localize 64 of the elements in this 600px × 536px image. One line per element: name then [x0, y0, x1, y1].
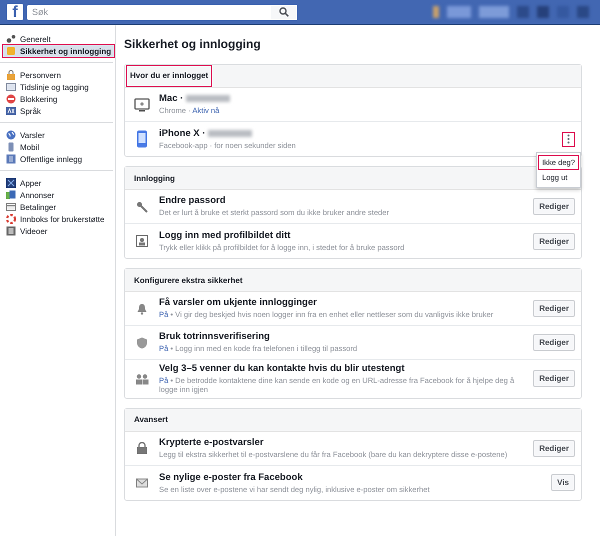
- section-heading: Avansert: [133, 414, 169, 426]
- sidebar-item[interactable]: Språk: [3, 105, 111, 117]
- timeline-icon: [6, 82, 16, 92]
- feed-icon: [6, 154, 16, 164]
- more-button[interactable]: [562, 132, 575, 146]
- blurred-text: [208, 130, 252, 137]
- edit-button[interactable]: Rediger: [533, 232, 575, 250]
- setting-title: Få varsler om ukjente innlogginger: [159, 297, 317, 308]
- blurred-text: [186, 95, 230, 102]
- apps-icon: [6, 178, 16, 188]
- sidebar-item[interactable]: Tidslinje og tagging: [3, 81, 111, 93]
- key-icon: [136, 200, 148, 212]
- block-icon: [6, 94, 16, 104]
- section-heading: Konfigurere ekstra sikkerhet: [133, 274, 244, 287]
- padlock-icon: [6, 70, 16, 80]
- device-name: iPhone X ·: [159, 128, 206, 139]
- film-icon: [6, 226, 16, 236]
- friends-icon: [135, 372, 149, 385]
- smartphone-icon: [136, 130, 148, 148]
- search-field[interactable]: Søk: [27, 4, 271, 20]
- setting-title: Krypterte e-postvarsler: [159, 437, 264, 448]
- lifebuoy-icon: [6, 214, 16, 224]
- sidebar-item[interactable]: Offentlige innlegg: [3, 153, 111, 165]
- sidebar-item[interactable]: Personvern: [3, 69, 111, 81]
- sidebar-item[interactable]: Mobil: [3, 141, 111, 153]
- edit-button[interactable]: Rediger: [533, 300, 575, 317]
- sidebar-item[interactable]: Blokkering: [3, 93, 111, 105]
- phone-icon: [6, 142, 16, 152]
- shield-icon: [136, 336, 148, 348]
- section-heading: Hvor du er innlogget: [127, 66, 212, 86]
- envelope-icon: [136, 476, 148, 489]
- edit-button[interactable]: Rediger: [533, 198, 575, 215]
- ads-icon: [6, 190, 16, 200]
- card-icon: [6, 202, 16, 212]
- monitor-icon: [134, 98, 150, 112]
- sidebar-item[interactable]: Sikkerhet og innlogging: [3, 45, 114, 57]
- edit-button[interactable]: Rediger: [533, 370, 575, 388]
- sidebar-item[interactable]: Videoer: [3, 225, 111, 237]
- sidebar-item[interactable]: Varsler: [3, 129, 111, 141]
- setting-title: Logg inn med profilbildet ditt: [159, 230, 290, 241]
- logo[interactable]: f: [7, 4, 23, 20]
- page-title: Sikkerhet og innlogging: [124, 37, 262, 51]
- edit-button[interactable]: Rediger: [533, 440, 575, 457]
- setting-title: Velg 3–5 venner du kan kontakte hvis du blir utestengt: [159, 363, 404, 374]
- device-name: Mac ·: [159, 93, 184, 104]
- section-heading: Innlogging: [133, 172, 176, 185]
- setting-title: Endre passord: [159, 195, 226, 206]
- setting-title: Se nylige e-poster fra Facebook: [159, 472, 303, 483]
- bell-icon: [136, 302, 148, 314]
- sidebar-item[interactable]: Betalinger: [3, 201, 111, 213]
- sidebar-item[interactable]: Generelt: [3, 33, 111, 45]
- edit-button[interactable]: Rediger: [533, 334, 575, 351]
- search-icon: [279, 7, 289, 17]
- edit-button[interactable]: Vis: [551, 474, 575, 492]
- setting-title: Bruk totrinnsverifisering: [159, 331, 270, 342]
- search-button[interactable]: [271, 4, 297, 20]
- sidebar-item[interactable]: Apper: [3, 177, 111, 189]
- more-icon: [567, 134, 570, 144]
- globe-icon: [6, 130, 16, 140]
- sidebar-item[interactable]: Annonser: [3, 189, 111, 201]
- padlock-icon: [136, 442, 148, 454]
- sidebar-item[interactable]: Innboks for brukerstøtte: [3, 213, 111, 225]
- portrait-icon: [136, 235, 148, 247]
- language-icon: [6, 106, 16, 116]
